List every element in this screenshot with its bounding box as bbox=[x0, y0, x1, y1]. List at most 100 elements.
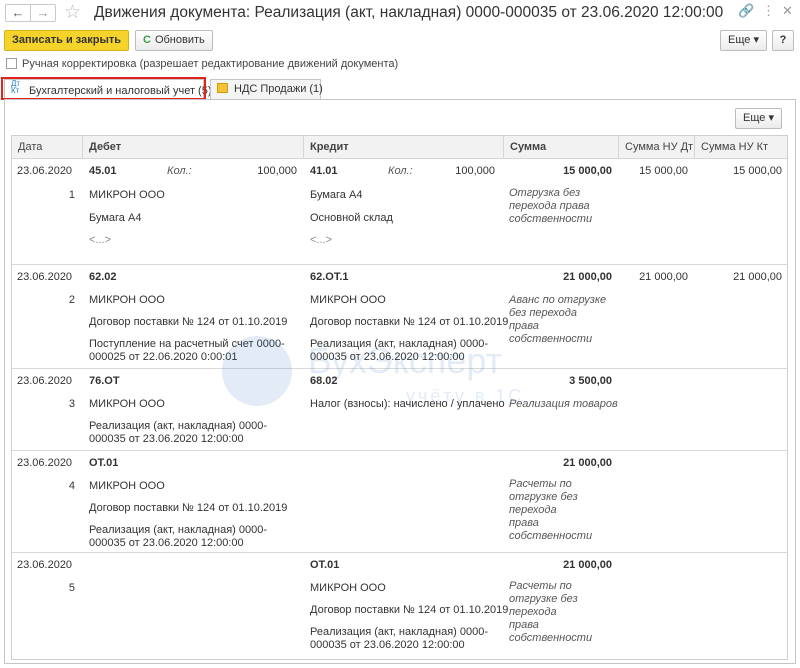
debit-subconto: Реализация (акт, накладная) 0000-000035 … bbox=[89, 420, 268, 445]
row-sum: 21 000,00 bbox=[563, 457, 612, 469]
credit-subconto: Реализация (акт, накладная) 0000-000035 … bbox=[310, 626, 489, 651]
credit-subconto: Реализация (акт, накладная) 0000-000035 … bbox=[310, 338, 489, 363]
row-number: 1 bbox=[68, 189, 75, 201]
row-sum: 21 000,00 bbox=[563, 559, 612, 571]
col-credit[interactable]: Кредит bbox=[303, 136, 503, 158]
debit-subconto: Договор поставки № 124 от 01.10.2019 bbox=[89, 316, 288, 328]
credit-subconto: Налог (взносы): начислено / уплачено bbox=[310, 398, 505, 410]
credit-subconto: <...> bbox=[310, 234, 333, 246]
save-and-close-label: Записать и закрыть bbox=[12, 34, 122, 46]
manual-correction[interactable]: Ручная корректировка (разрешает редактир… bbox=[6, 58, 398, 70]
panel-more-button[interactable]: Еще ▾ bbox=[735, 108, 782, 129]
link-icon[interactable]: 🔗 bbox=[738, 3, 754, 19]
credit-account: 62.ОТ.1 bbox=[310, 271, 349, 283]
arrow-left-icon: ← bbox=[11, 5, 25, 20]
debit-subconto: МИКРОН ООО bbox=[89, 294, 165, 306]
row-date: 23.06.2020 bbox=[17, 375, 73, 387]
row-sum-note: Аванс по отгрузке без перехода права соб… bbox=[509, 294, 607, 345]
close-icon[interactable]: ✕ bbox=[782, 3, 793, 19]
chevron-down-icon: ▾ bbox=[768, 112, 774, 124]
debit-qty: 100,000 bbox=[257, 165, 297, 177]
col-sum-nu-kt[interactable]: Сумма НУ Кт bbox=[694, 136, 787, 158]
row-number: 3 bbox=[68, 398, 75, 410]
save-and-close-button[interactable]: Записать и закрыть bbox=[4, 30, 130, 51]
manual-correction-checkbox[interactable] bbox=[6, 58, 17, 69]
row-number: 2 bbox=[68, 294, 75, 306]
debit-subconto: Поступление на расчетный счет 0000-00002… bbox=[89, 338, 285, 363]
credit-subconto: МИКРОН ООО bbox=[310, 294, 386, 306]
debit-account: 62.02 bbox=[89, 271, 117, 283]
more-label: Еще bbox=[728, 34, 751, 46]
register-icon bbox=[217, 83, 228, 93]
star-icon[interactable]: ☆ bbox=[64, 1, 81, 24]
debit-subconto: <...> bbox=[89, 234, 112, 246]
refresh-button[interactable]: C Обновить bbox=[135, 30, 213, 51]
command-bar: Записать и закрыть C Обновить Еще ▾ ? bbox=[0, 29, 800, 53]
help-button[interactable]: ? bbox=[772, 30, 794, 51]
row-nu-kt: 15 000,00 bbox=[733, 165, 782, 177]
table-header: Дата Дебет Кредит Сумма Сумма НУ Дт Сумм… bbox=[12, 136, 787, 159]
credit-subconto: МИКРОН ООО bbox=[310, 582, 386, 594]
movements-table: Дата Дебет Кредит Сумма Сумма НУ Дт Сумм… bbox=[11, 135, 788, 660]
debit-subconto: Бумага А4 bbox=[89, 212, 142, 224]
row-sum-note: Отгрузка без перехода права собственност… bbox=[509, 187, 593, 225]
back-button[interactable]: ← bbox=[5, 4, 31, 22]
debit-account: 76.ОТ bbox=[89, 375, 120, 387]
credit-subconto: Договор поставки № 124 от 01.10.2019 bbox=[310, 316, 509, 328]
debit-subconto: Реализация (акт, накладная) 0000-000035 … bbox=[89, 524, 268, 549]
row-date: 23.06.2020 bbox=[17, 271, 73, 283]
table-row[interactable]: 23.06.2020 4 ОТ.01 МИКРОН ООО Договор по… bbox=[12, 451, 787, 553]
debit-subconto: МИКРОН ООО bbox=[89, 189, 165, 201]
row-sum-note: Реализация товаров bbox=[509, 398, 618, 410]
tab-vat-sales-label: НДС Продажи (1) bbox=[234, 83, 323, 95]
row-sum-note: Расчеты по отгрузке без перехода права с… bbox=[509, 478, 593, 542]
refresh-icon: C bbox=[143, 34, 151, 46]
credit-account: 68.02 bbox=[310, 375, 338, 387]
forward-button[interactable]: → bbox=[30, 4, 56, 22]
refresh-label: Обновить bbox=[154, 34, 205, 46]
debit-account: 45.01 bbox=[89, 165, 117, 177]
tab-highlight bbox=[1, 77, 206, 100]
table-row[interactable]: 23.06.2020 2 62.02 МИКРОН ООО Договор по… bbox=[12, 265, 787, 369]
debit-subconto: Договор поставки № 124 от 01.10.2019 bbox=[89, 502, 288, 514]
table-row[interactable]: 23.06.2020 5 ОТ.01 МИКРОН ООО Договор по… bbox=[12, 553, 787, 659]
row-date: 23.06.2020 bbox=[17, 165, 73, 177]
more-button[interactable]: Еще ▾ bbox=[720, 30, 767, 51]
more-icon[interactable]: ⋮ bbox=[762, 3, 775, 19]
col-sum-nu-dt[interactable]: Сумма НУ Дт bbox=[618, 136, 694, 158]
row-number: 4 bbox=[68, 480, 75, 492]
debit-subconto: МИКРОН ООО bbox=[89, 398, 165, 410]
col-date[interactable]: Дата bbox=[12, 136, 82, 158]
credit-account: ОТ.01 bbox=[310, 559, 340, 571]
debit-qty-label: Кол.: bbox=[167, 165, 192, 177]
window-title: Движения документа: Реализация (акт, нак… bbox=[94, 4, 724, 21]
debit-subconto: МИКРОН ООО bbox=[89, 480, 165, 492]
col-sum[interactable]: Сумма bbox=[503, 136, 618, 158]
credit-subconto: Договор поставки № 124 от 01.10.2019 bbox=[310, 604, 509, 616]
chevron-down-icon: ▾ bbox=[753, 34, 759, 46]
tab-vat-sales[interactable]: НДС Продажи (1) bbox=[210, 79, 323, 99]
title-bar: ← → ☆ Движения документа: Реализация (ак… bbox=[0, 0, 800, 26]
row-nu-dt: 15 000,00 bbox=[639, 165, 688, 177]
row-sum: 3 500,00 bbox=[569, 375, 612, 387]
credit-account: 41.01 bbox=[310, 165, 338, 177]
row-sum: 21 000,00 bbox=[563, 271, 612, 283]
row-nu-kt: 21 000,00 bbox=[733, 271, 782, 283]
credit-subconto: Основной склад bbox=[310, 212, 393, 224]
panel-more-label: Еще bbox=[743, 112, 766, 124]
arrow-right-icon: → bbox=[36, 5, 50, 20]
table-row[interactable]: 23.06.2020 3 76.ОТ МИКРОН ООО Реализация… bbox=[12, 369, 787, 451]
manual-correction-label: Ручная корректировка (разрешает редактир… bbox=[22, 58, 399, 70]
row-number: 5 bbox=[68, 582, 75, 594]
credit-qty-label: Кол.: bbox=[388, 165, 413, 177]
credit-qty: 100,000 bbox=[455, 165, 495, 177]
row-date: 23.06.2020 bbox=[17, 559, 73, 571]
tab-panel: Еще ▾ Дата Дебет Кредит Сумма Сумма НУ Д… bbox=[4, 99, 796, 664]
row-date: 23.06.2020 bbox=[17, 457, 73, 469]
row-sum-note: Расчеты по отгрузке без перехода права с… bbox=[509, 580, 593, 644]
credit-subconto: Бумага А4 bbox=[310, 189, 363, 201]
table-row[interactable]: 23.06.2020 1 45.01 Кол.: 100,000 МИКРОН … bbox=[12, 159, 787, 265]
debit-account: ОТ.01 bbox=[89, 457, 119, 469]
row-sum: 15 000,00 bbox=[563, 165, 612, 177]
col-debit[interactable]: Дебет bbox=[82, 136, 303, 158]
